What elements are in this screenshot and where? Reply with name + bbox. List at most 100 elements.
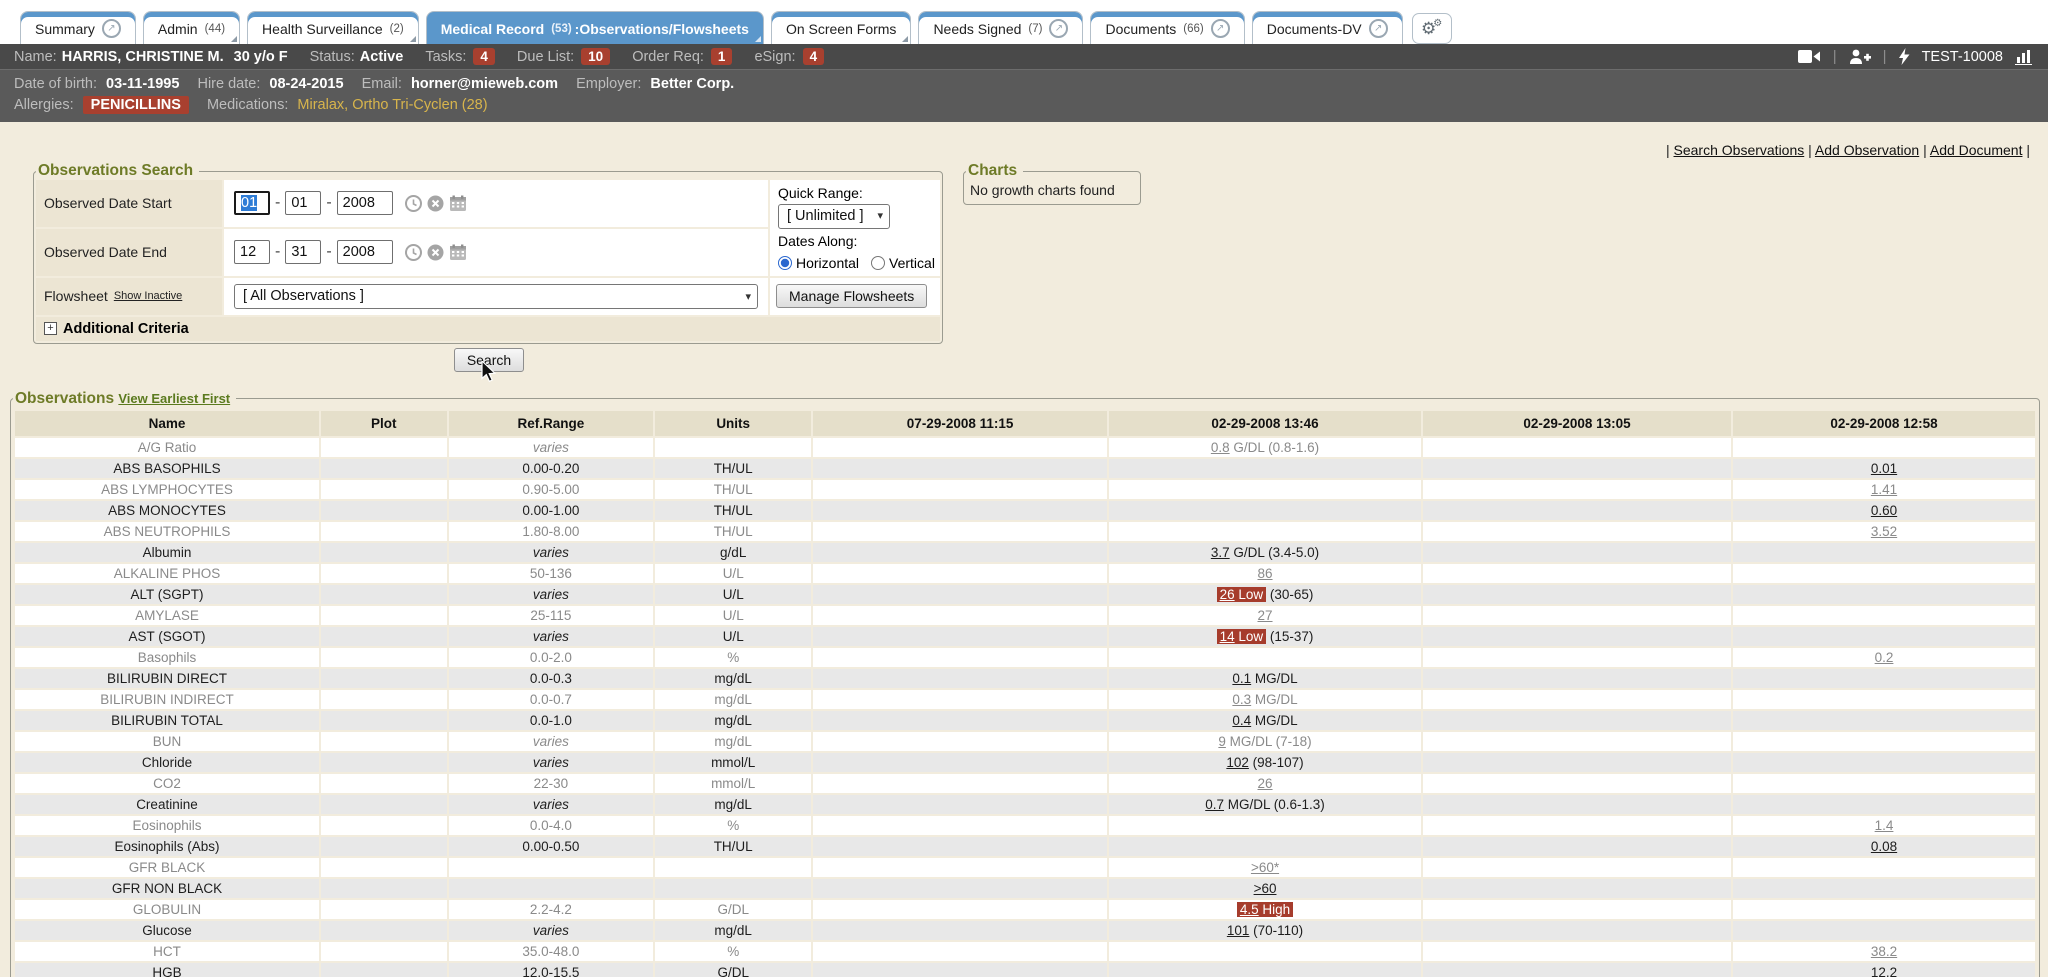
clear-icon[interactable] (427, 195, 444, 212)
ref-range-varies: varies (533, 440, 569, 455)
observation-value-cell (1423, 711, 1731, 730)
view-earliest-first-link[interactable]: View Earliest First (118, 391, 230, 406)
tab-medical-record[interactable]: Medical Record(53):Observations/Flowshee… (426, 11, 764, 44)
external-link-circle-icon[interactable]: ↗ (1049, 19, 1068, 38)
observation-value-link[interactable]: 1.4 (1875, 818, 1894, 833)
observation-value-link[interactable]: 26 (1220, 587, 1235, 602)
medication-link[interactable]: Miralax (297, 97, 344, 113)
observation-value-link[interactable]: >60 (1254, 881, 1277, 896)
observation-value-link[interactable]: 102 (1226, 755, 1249, 770)
observation-value-link[interactable]: 27 (1258, 608, 1273, 623)
observation-value-link[interactable]: 1.41 (1871, 482, 1897, 497)
date-start-month-input[interactable]: 01 (234, 191, 270, 215)
external-link-circle-icon[interactable]: ↗ (1369, 19, 1388, 38)
show-inactive-link[interactable]: Show Inactive (114, 290, 182, 302)
observation-row-abs-neutrophils: ABS NEUTROPHILS1.80-8.00TH/UL3.52 (15, 522, 2035, 541)
external-link-circle-icon[interactable]: ↗ (1211, 19, 1230, 38)
tasks-count-badge[interactable]: 4 (473, 48, 495, 65)
observation-value-link[interactable]: 86 (1258, 566, 1273, 581)
tab-needs-signed[interactable]: Needs Signed(7)↗ (918, 11, 1083, 44)
flowsheet-select[interactable]: [ All Observations ]▾ (234, 284, 758, 309)
calendar-icon[interactable] (449, 244, 467, 261)
clock-icon[interactable] (405, 244, 422, 261)
search-observations-link[interactable]: Search Observations (1674, 142, 1805, 158)
observation-ref-range: 0.0-0.7 (449, 690, 654, 709)
observation-value-link[interactable]: 26 (1258, 776, 1273, 791)
tab-documents[interactable]: Documents(66)↗ (1090, 11, 1244, 44)
chart-icon[interactable] (2015, 49, 2034, 65)
observation-value-cell: 86 (1109, 564, 1421, 583)
medication-link[interactable]: Ortho Tri-Cyclen (28) (352, 97, 487, 113)
order-req-count-badge[interactable]: 1 (711, 48, 733, 65)
observation-value-link[interactable]: 9 (1218, 734, 1226, 749)
observation-value-link[interactable]: 38.2 (1871, 944, 1897, 959)
date-end-day-input[interactable]: 31 (285, 240, 321, 264)
observation-plot-cell (321, 774, 447, 793)
additional-criteria-label: Additional Criteria (63, 321, 189, 337)
observation-value-link[interactable]: 0.60 (1871, 503, 1897, 518)
add-observation-link[interactable]: Add Observation (1815, 142, 1919, 158)
observation-name: GFR BLACK (15, 858, 319, 877)
observation-value-link[interactable]: >60* (1251, 860, 1279, 875)
observation-value-link[interactable]: 0.1 (1232, 671, 1251, 686)
add-user-icon[interactable] (1849, 49, 1871, 65)
column-header-ref-range: Ref.Range (449, 411, 654, 436)
observation-value-link[interactable]: 0.8 (1211, 440, 1230, 455)
clock-icon[interactable] (405, 195, 422, 212)
observation-value-link[interactable]: 0.08 (1871, 839, 1897, 854)
observation-value-link[interactable]: 0.01 (1871, 461, 1897, 476)
observation-units: TH/UL (655, 501, 811, 520)
dates-along-vertical-radio[interactable]: Vertical (871, 253, 935, 273)
observation-value-link[interactable]: 12.2 (1871, 965, 1897, 977)
expand-plus-icon[interactable]: + (44, 322, 57, 335)
date-start-day-input[interactable]: 01 (285, 191, 321, 215)
observation-plot-cell (321, 522, 447, 541)
observation-value-cell (813, 774, 1107, 793)
date-end-month-input[interactable]: 12 (234, 240, 270, 264)
observation-value-link[interactable]: 0.4 (1232, 713, 1251, 728)
external-link-circle-icon[interactable]: ↗ (102, 19, 121, 38)
add-document-link[interactable]: Add Document (1930, 142, 2023, 158)
clear-icon[interactable] (427, 244, 444, 261)
tab-health-surveillance[interactable]: Health Surveillance(2) (247, 11, 419, 44)
column-header-02-29-2008-12-58: 02-29-2008 12:58 (1733, 411, 2035, 436)
settings-gears-icon[interactable]: ⚙⚙ (1412, 13, 1452, 44)
observation-value-link[interactable]: 4.5 (1240, 902, 1259, 917)
observation-value-cell (1733, 606, 2035, 625)
date-end-year-input[interactable]: 2008 (337, 240, 393, 264)
observation-value-cell (1733, 690, 2035, 709)
date-start-year-input[interactable]: 2008 (337, 191, 393, 215)
esign-count-badge[interactable]: 4 (803, 48, 825, 65)
observation-value-link[interactable]: 0.2 (1875, 650, 1894, 665)
observation-value-cell (1109, 480, 1421, 499)
observation-value-link[interactable]: 3.7 (1211, 545, 1230, 560)
observation-value-link[interactable]: 0.3 (1232, 692, 1251, 707)
observation-value-cell (813, 858, 1107, 877)
tab-admin[interactable]: Admin(44) (143, 11, 240, 44)
observation-units: % (655, 648, 811, 667)
video-call-icon[interactable] (1798, 49, 1821, 64)
observation-ref-range: 1.80-8.00 (449, 522, 654, 541)
additional-criteria-row: + Additional Criteria (36, 317, 940, 341)
calendar-icon[interactable] (449, 195, 467, 212)
quick-action-bolt-icon[interactable] (1899, 48, 1910, 65)
observation-plot-cell (321, 900, 447, 919)
observation-ref-range: 0.00-0.50 (449, 837, 654, 856)
tab-documents-dv[interactable]: Documents-DV↗ (1252, 11, 1403, 44)
observation-value-link[interactable]: 3.52 (1871, 524, 1897, 539)
due-list-count-badge[interactable]: 10 (581, 48, 610, 65)
observation-value-cell (1109, 942, 1421, 961)
observation-value-cell: >60* (1109, 858, 1421, 877)
observation-value-cell (1423, 648, 1731, 667)
observation-value-cell (1109, 501, 1421, 520)
manage-flowsheets-button[interactable]: Manage Flowsheets (776, 284, 927, 308)
tab-on-screen-forms[interactable]: On Screen Forms (771, 11, 911, 44)
quick-range-select[interactable]: [ Unlimited ]▾ (778, 204, 890, 229)
observation-value-link[interactable]: 0.7 (1205, 797, 1224, 812)
tab-summary[interactable]: Summary↗ (20, 11, 136, 44)
observation-value-link[interactable]: 101 (1227, 923, 1250, 938)
observation-units: TH/UL (655, 837, 811, 856)
observation-value-link[interactable]: 14 (1220, 629, 1235, 644)
allergy-badge[interactable]: PENICILLINS (83, 96, 189, 114)
dates-along-horizontal-radio[interactable]: Horizontal (778, 253, 859, 273)
